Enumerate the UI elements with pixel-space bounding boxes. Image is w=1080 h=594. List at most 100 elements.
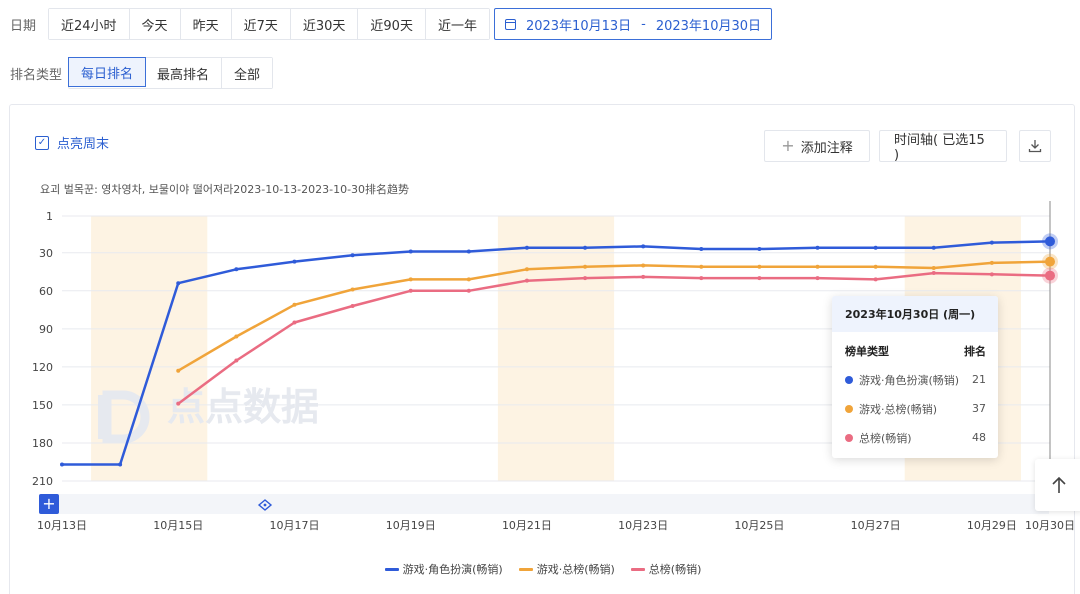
- series-point[interactable]: [989, 272, 994, 277]
- chart-legend: 游戏·角色扮演(畅销) 游戏·总榜(畅销) 总榜(畅销): [10, 561, 1076, 577]
- x-tick-label: 10月21日: [502, 519, 552, 532]
- legend-label: 游戏·角色扮演(畅销): [402, 563, 503, 576]
- date-option-6[interactable]: 近一年: [425, 9, 489, 39]
- series-point[interactable]: [989, 260, 994, 265]
- series-point[interactable]: [757, 276, 762, 281]
- legend-item[interactable]: 总榜(畅销): [630, 561, 701, 577]
- date-option-4[interactable]: 近30天: [290, 9, 359, 39]
- tooltip-row: 总榜(畅销) 48: [832, 423, 998, 452]
- series-point[interactable]: [350, 287, 355, 292]
- series-point[interactable]: [466, 277, 471, 282]
- date-option-3[interactable]: 近7天: [231, 9, 291, 39]
- series-point[interactable]: [234, 334, 239, 339]
- y-tick-label: 60: [39, 285, 53, 298]
- series-point[interactable]: [873, 245, 878, 250]
- date-option-5[interactable]: 近90天: [358, 9, 426, 39]
- date-range-separator: -: [641, 16, 646, 32]
- series-point[interactable]: [699, 276, 704, 281]
- series-point[interactable]: [931, 245, 936, 250]
- series-point[interactable]: [524, 267, 529, 272]
- series-point[interactable]: [60, 462, 64, 467]
- tooltip-series-name: 总榜(畅销): [859, 431, 912, 445]
- rank-type-filter-row: 排名类型 每日排名 最高排名 全部: [0, 57, 274, 89]
- series-point[interactable]: [234, 358, 239, 363]
- series-point[interactable]: [931, 265, 936, 270]
- legend-swatch: [518, 567, 533, 571]
- series-point[interactable]: [350, 253, 355, 258]
- series-point[interactable]: [408, 288, 413, 293]
- series-point[interactable]: [757, 246, 762, 251]
- rank-type-label: 排名类型: [10, 67, 63, 83]
- series-point[interactable]: [524, 245, 529, 250]
- series-point[interactable]: [699, 264, 704, 269]
- series-point[interactable]: [641, 244, 646, 249]
- series-point[interactable]: [815, 245, 820, 250]
- series-point[interactable]: [292, 302, 297, 307]
- series-point[interactable]: [292, 259, 297, 264]
- y-tick-label: 90: [39, 323, 53, 336]
- series-point[interactable]: [699, 246, 704, 251]
- legend-item[interactable]: 游戏·总榜(畅销): [518, 561, 615, 577]
- date-option-2[interactable]: 昨天: [180, 9, 232, 39]
- rank-type-option-1[interactable]: 最高排名: [145, 58, 223, 88]
- x-tick-label: 10月19日: [386, 519, 436, 532]
- series-point[interactable]: [408, 249, 413, 254]
- x-tick-label: 10月13日: [37, 519, 87, 532]
- tooltip-series-value: 37: [972, 402, 986, 415]
- rank-type-option-0[interactable]: 每日排名: [68, 57, 147, 87]
- x-tick-label: 10月30日: [1025, 519, 1075, 532]
- timeline-slider-track[interactable]: [39, 494, 1049, 514]
- date-range-picker[interactable]: 2023年10月13日 - 2023年10月30日: [493, 8, 773, 40]
- tooltip-row: 游戏·总榜(畅销) 37: [832, 394, 998, 423]
- y-tick-label: 180: [32, 437, 53, 450]
- series-point[interactable]: [583, 245, 588, 250]
- series-point[interactable]: [292, 320, 297, 325]
- tooltip-col-type: 榜单类型: [845, 345, 889, 358]
- series-point[interactable]: [524, 278, 529, 283]
- date-range-start: 2023年10月13日: [525, 18, 632, 34]
- date-option-1[interactable]: 今天: [129, 9, 181, 39]
- arrow-up-icon: [1052, 476, 1066, 493]
- x-tick-label: 10月25日: [734, 519, 784, 532]
- series-point[interactable]: [1045, 256, 1055, 267]
- series-point[interactable]: [931, 271, 936, 276]
- tooltip-series-value: 48: [972, 431, 986, 444]
- series-point[interactable]: [408, 277, 413, 282]
- y-tick-label: 120: [32, 361, 53, 374]
- series-point[interactable]: [350, 304, 355, 309]
- series-point[interactable]: [873, 277, 878, 282]
- series-point[interactable]: [176, 368, 181, 373]
- series-point[interactable]: [176, 281, 181, 286]
- series-point[interactable]: [176, 401, 181, 406]
- y-tick-label: 1: [46, 210, 53, 223]
- date-filter-label: 日期: [10, 18, 37, 34]
- back-to-top-button[interactable]: [1035, 459, 1080, 511]
- tooltip-series-dot: [845, 375, 853, 384]
- series-point[interactable]: [815, 276, 820, 281]
- tooltip-series-value: 21: [972, 373, 986, 386]
- series-point[interactable]: [989, 240, 994, 245]
- series-point[interactable]: [873, 264, 878, 269]
- series-point[interactable]: [641, 274, 646, 279]
- legend-item[interactable]: 游戏·角色扮演(畅销): [384, 561, 503, 577]
- series-point[interactable]: [1045, 270, 1055, 281]
- tooltip-header: 榜单类型 排名: [832, 332, 998, 359]
- x-tick-label: 10月27日: [851, 519, 901, 532]
- series-point[interactable]: [466, 288, 471, 293]
- series-point[interactable]: [815, 264, 820, 269]
- legend-label: 游戏·总榜(畅销): [536, 563, 615, 576]
- series-point[interactable]: [1045, 236, 1055, 247]
- diamond-marker-dot: [263, 503, 267, 507]
- series-point[interactable]: [583, 276, 588, 281]
- series-point[interactable]: [118, 462, 123, 467]
- series-point[interactable]: [234, 267, 239, 272]
- date-option-0[interactable]: 近24小时: [49, 9, 130, 39]
- rank-type-option-2[interactable]: 全部: [222, 58, 273, 88]
- series-point[interactable]: [466, 249, 471, 254]
- legend-swatch: [384, 567, 399, 571]
- series-point[interactable]: [641, 263, 646, 268]
- series-point[interactable]: [757, 264, 762, 269]
- plus-icon: +: [42, 494, 55, 513]
- tooltip-series-dot: [845, 433, 853, 442]
- series-point[interactable]: [583, 264, 588, 269]
